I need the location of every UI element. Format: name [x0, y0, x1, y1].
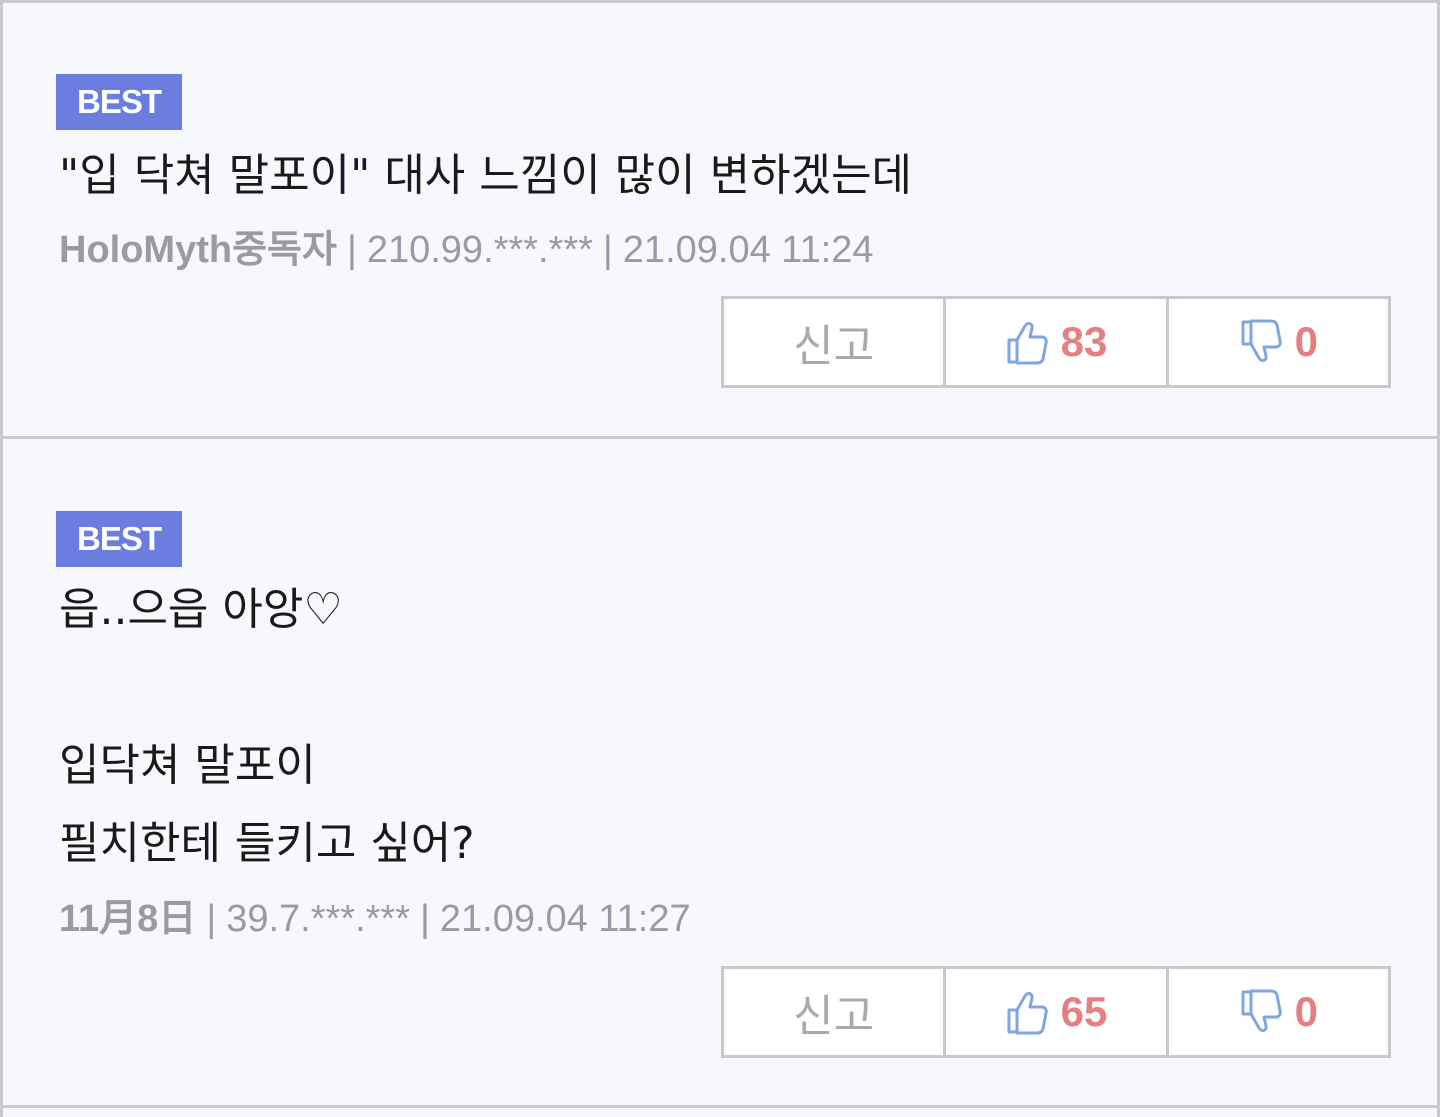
thumbs-up-icon [1007, 322, 1048, 365]
report-label: 신고 [793, 321, 875, 372]
comment-datetime: 21.09.04 11:24 [622, 229, 874, 271]
meta-separator: | [206, 898, 217, 940]
meta-separator: | [346, 229, 357, 271]
dislike-count: 0 [1294, 988, 1318, 1035]
comment-actions: 신고 83 0 [721, 296, 1391, 388]
comment-body-line: 필치한테 들키고 싶어? [59, 818, 475, 869]
meta-separator: | [420, 898, 430, 940]
comment-list: BEST "입 닥쳐 말포이" 대사 느낌이 많이 변하겠는데 HoloMyth… [0, 0, 1440, 1117]
comment-item: BEST 읍..으읍 아앙♡ 입닥쳐 말포이 필치한테 들키고 싶어? 11月8… [3, 436, 1437, 1108]
comment-ip: 39.7.***.*** [226, 898, 410, 940]
thumbs-up-icon [1007, 992, 1048, 1035]
best-badge: BEST [56, 74, 182, 130]
comment-meta: HoloMyth중독자 | 210.99.***.*** | 21.09.04 11:2… [59, 225, 874, 275]
comment-author[interactable]: 11月8日 [59, 898, 196, 940]
comment-ip: 210.99.***.*** [366, 229, 593, 271]
dislike-button[interactable]: 0 [1165, 299, 1388, 385]
thumbs-down-icon [1241, 989, 1282, 1032]
comment-body-line: 읍..으읍 아앙♡ [59, 584, 343, 635]
like-button[interactable]: 65 [943, 969, 1165, 1055]
report-button[interactable]: 신고 [724, 299, 943, 385]
dislike-count: 0 [1294, 318, 1318, 365]
comment-author[interactable]: HoloMyth중독자 [59, 229, 337, 271]
report-button[interactable]: 신고 [724, 969, 943, 1055]
like-button[interactable]: 83 [943, 299, 1165, 385]
like-count: 83 [1060, 318, 1108, 365]
comment-body: "입 닥쳐 말포이" 대사 느낌이 많이 변하겠는데 [59, 150, 913, 201]
like-count: 65 [1060, 988, 1108, 1035]
thumbs-down-icon [1241, 319, 1282, 362]
comment-body-line: 입닥쳐 말포이 [59, 740, 316, 791]
comment-actions: 신고 65 0 [721, 966, 1391, 1058]
comment-datetime: 21.09.04 11:27 [439, 898, 691, 940]
comment-meta: 11月8日 | 39.7.***.*** | 21.09.04 11:27 [59, 894, 691, 944]
meta-separator: | [602, 229, 613, 271]
report-label: 신고 [793, 991, 875, 1042]
dislike-button[interactable]: 0 [1165, 969, 1388, 1055]
comment-item: BEST "입 닥쳐 말포이" 대사 느낌이 많이 변하겠는데 HoloMyth… [3, 0, 1437, 438]
best-badge: BEST [56, 511, 182, 567]
